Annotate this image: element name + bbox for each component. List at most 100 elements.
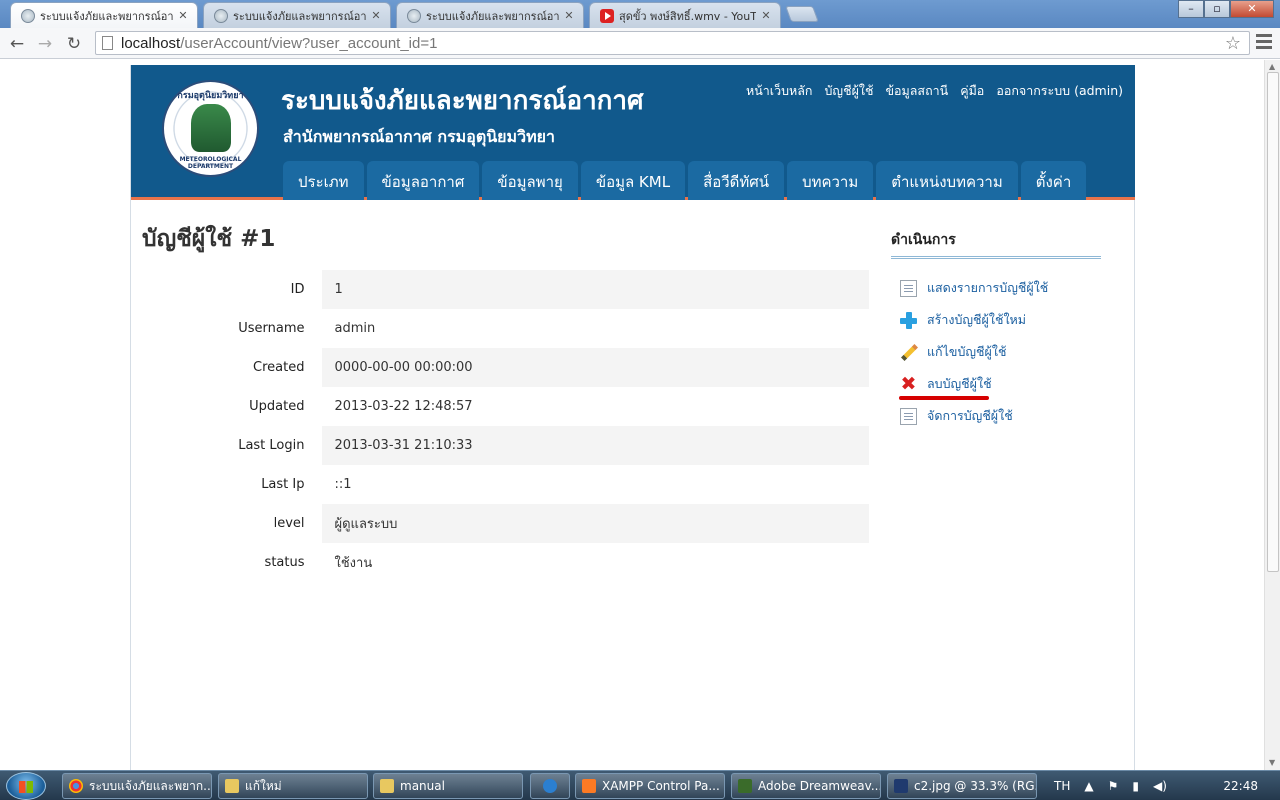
sidebar-item-edit-account[interactable]: แก้ไขบัญชีผู้ใช้ [891,336,1101,368]
address-bar[interactable]: localhost/userAccount/view?user_account_… [95,31,1250,55]
table-row: Username admin [142,309,869,348]
detail-label: Updated [249,399,305,414]
plus-icon [900,311,917,329]
browser-toolbar: ← → ↻ localhost/userAccount/view?user_ac… [0,28,1280,59]
top-links: หน้าเว็บหลัก บัญชีผู้ใช้ ข้อมูลสถานี คู่… [746,81,1123,101]
nav-tab-weather-data[interactable]: ข้อมูลอากาศ [366,161,480,200]
pencil-icon [900,344,917,361]
detail-value: ผู้ดูแลระบบ [316,504,869,543]
nav-tab-storm-data[interactable]: ข้อมูลพายุ [482,161,578,200]
table-row: status ใช้งาน [142,543,869,582]
scroll-down-icon[interactable]: ▼ [1269,758,1275,767]
site-subtitle: สำนักพยากรณ์อากาศ กรมอุตุนิยมวิทยา [283,127,555,146]
reload-icon[interactable]: ↻ [63,33,85,55]
page-container: กรมอุตุนิยมวิทยา METEOROLOGICAL DEPARTME… [130,65,1135,770]
tab-close-icon[interactable]: ✕ [760,9,772,22]
sidebar-item-list-accounts[interactable]: แสดงรายการบัญชีผู้ใช้ [891,272,1101,304]
taskbar-item[interactable]: Adobe Dreamweav... [731,773,881,799]
tab-close-icon[interactable]: ✕ [563,9,575,22]
language-indicator[interactable]: TH [1054,779,1070,793]
taskbar-item[interactable]: c2.jpg @ 33.3% (RG... [887,773,1037,799]
back-arrow-icon[interactable]: ← [6,33,28,55]
vertical-scrollbar[interactable]: ▲ ▼ [1264,60,1280,770]
taskbar-item[interactable]: XAMPP Control Pa... [575,773,725,799]
site-emblem-icon [21,8,35,23]
sidebar-item-label: แก้ไขบัญชีผู้ใช้ [927,344,1007,359]
detail-label: status [264,555,305,570]
folder-icon [380,779,394,793]
top-link-accounts[interactable]: บัญชีผู้ใช้ [825,81,874,101]
table-row: Last Ip ::1 [142,465,869,504]
start-button[interactable] [6,772,46,800]
sidebar-item-manage-accounts[interactable]: จัดการบัญชีผู้ใช้ [891,400,1101,432]
clock[interactable]: 22:48 [1223,779,1258,793]
minimize-icon[interactable]: – [1178,0,1204,18]
delete-cross-icon: ✖ [900,372,917,395]
table-row: Updated 2013-03-22 12:48:57 [142,387,869,426]
page-icon [102,36,113,50]
browser-tab-strip: ระบบแจ้งภัยและพยากรณ์อาก ✕ ระบบแจ้งภัยแล… [0,0,1280,28]
nav-tab-category[interactable]: ประเภท [283,161,364,200]
browser-tab[interactable]: สุดขั้ว พงษ์สิทธิ์.wmv - YouT ✕ [589,2,781,28]
detail-label: Username [238,321,305,336]
show-hidden-icons-icon[interactable]: ▲ [1084,779,1093,793]
tab-close-icon[interactable]: ✕ [177,9,189,22]
detail-value: ใช้งาน [316,543,869,582]
close-window-icon[interactable]: ✕ [1230,0,1274,18]
taskbar-item[interactable]: manual [373,773,523,799]
forward-arrow-icon[interactable]: → [34,33,56,55]
detail-value: 1 [316,270,869,309]
maximize-icon[interactable]: ▫ [1204,0,1230,18]
new-tab-button[interactable] [785,6,819,22]
xampp-icon [582,779,596,793]
top-link-home[interactable]: หน้าเว็บหลัก [746,81,813,101]
detail-value: admin [316,309,869,348]
detail-label: Created [253,360,305,375]
page-viewport: กรมอุตุนิยมวิทยา METEOROLOGICAL DEPARTME… [0,60,1264,770]
detail-label: Last Ip [261,477,305,492]
page-title: บัญชีผู้ใช้ #1 [142,226,276,252]
detail-value: ::1 [316,465,869,504]
top-link-manual[interactable]: คู่มือ [960,81,984,101]
operations-sidebar: ดำเนินการ แสดงรายการบัญชีผู้ใช้ สร้างบัญ… [891,229,1101,432]
emblem-icon [191,104,231,152]
top-link-logout[interactable]: ออกจากระบบ (admin) [996,81,1123,101]
sidebar-item-label: แสดงรายการบัญชีผู้ใช้ [927,280,1049,295]
url-text: localhost/userAccount/view?user_account_… [121,34,438,52]
network-icon[interactable]: ▮ [1132,779,1139,793]
taskbar-item[interactable]: ระบบแจ้งภัยและพยาก... [62,773,212,799]
top-link-stations[interactable]: ข้อมูลสถานี [885,81,948,101]
site-header: กรมอุตุนิยมวิทยา METEOROLOGICAL DEPARTME… [131,65,1135,200]
nav-tab-video[interactable]: สื่อวีดีทัศน์ [688,161,785,200]
scrollbar-thumb[interactable] [1267,72,1279,572]
nav-tab-kml-data[interactable]: ข้อมูล KML [580,161,686,200]
sidebar-item-create-account[interactable]: สร้างบัญชีผู้ใช้ใหม่ [891,304,1101,336]
tab-close-icon[interactable]: ✕ [370,9,382,22]
taskbar-item[interactable]: แก้ใหม่ [218,773,368,799]
browser-tab[interactable]: ระบบแจ้งภัยและพยากรณ์อาก ✕ [396,2,584,28]
detail-value: 2013-03-22 12:48:57 [316,387,869,426]
detail-value: 2013-03-31 21:10:33 [316,426,869,465]
nav-tab-articles[interactable]: บทความ [787,161,874,200]
main-nav: ประเภท ข้อมูลอากาศ ข้อมูลพายุ ข้อมูล KML… [283,161,1087,200]
browser-tab[interactable]: ระบบแจ้งภัยและพยากรณ์อาก ✕ [10,2,198,28]
volume-icon[interactable]: ◀) [1153,779,1167,793]
sidebar-item-delete-account[interactable]: ✖ ลบบัญชีผู้ใช้ [891,368,1101,400]
flag-icon[interactable]: ⚑ [1108,779,1119,793]
operations-list: แสดงรายการบัญชีผู้ใช้ สร้างบัญชีผู้ใช้ให… [891,272,1101,432]
detail-value: 0000-00-00 00:00:00 [316,348,869,387]
nav-tab-settings[interactable]: ตั้งค่า [1020,161,1087,200]
windows-taskbar: ระบบแจ้งภัยและพยาก... แก้ใหม่ manual XAM… [0,770,1280,800]
scroll-up-icon[interactable]: ▲ [1269,62,1275,71]
dreamweaver-icon [738,779,752,793]
nav-tab-article-position[interactable]: ตำแหน่งบทความ [876,161,1018,200]
account-detail-table: ID 1 Username admin Created 0000-00-00 0… [142,270,869,582]
browser-tab[interactable]: ระบบแจ้งภัยและพยากรณ์อาก ✕ [203,2,391,28]
bookmark-star-icon[interactable]: ☆ [1225,33,1241,54]
site-emblem-icon [214,8,228,23]
table-row: Last Login 2013-03-31 21:10:33 [142,426,869,465]
browser-menu-icon[interactable] [1256,34,1272,52]
list-document-icon [900,279,917,297]
folder-icon [225,779,239,793]
taskbar-item[interactable] [530,773,570,799]
